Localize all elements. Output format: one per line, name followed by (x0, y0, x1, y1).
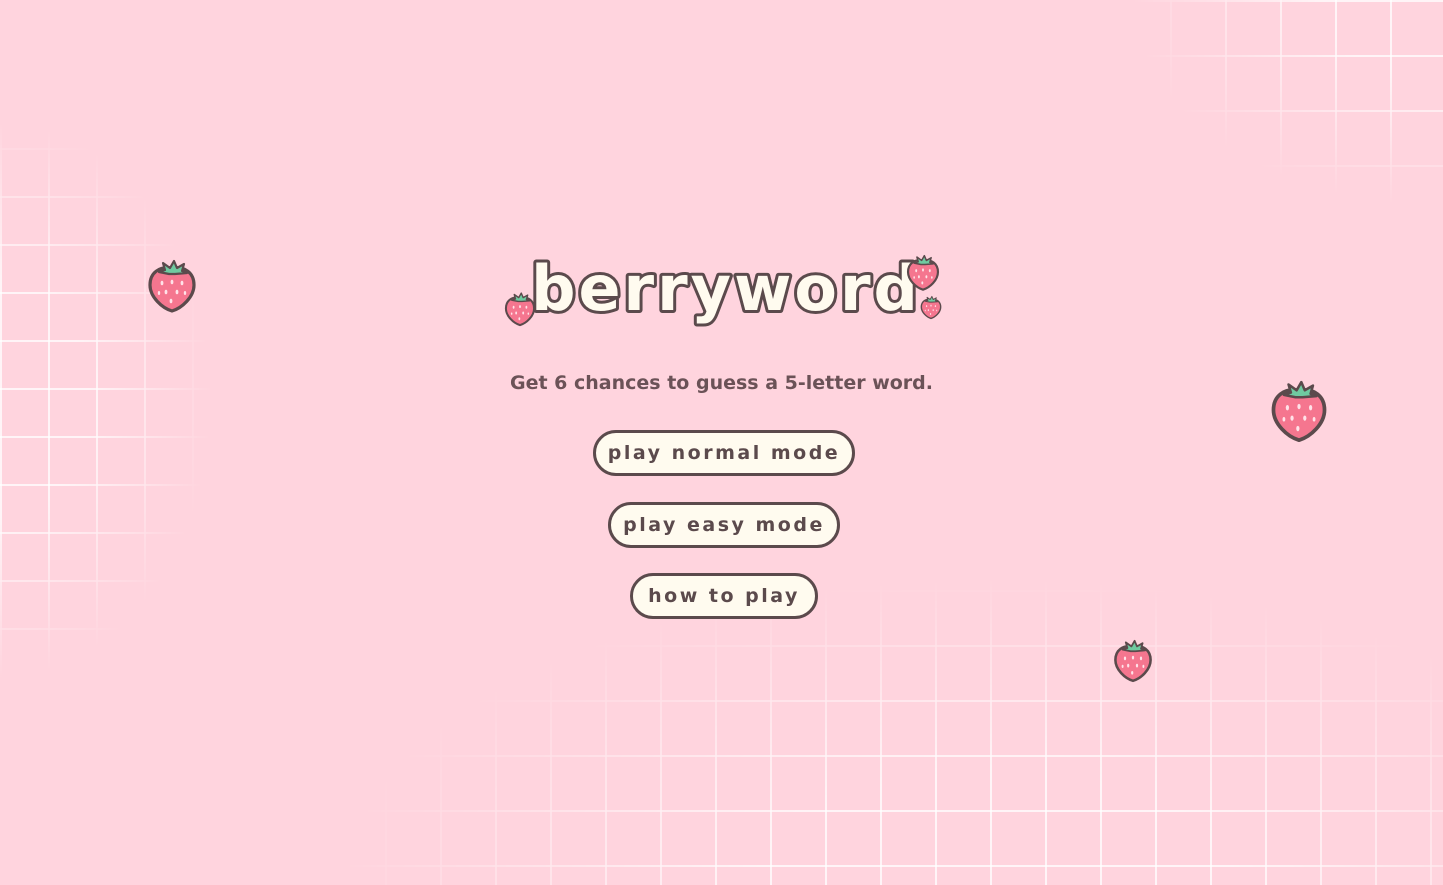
play-normal-mode-button[interactable]: play normal mode (593, 430, 855, 476)
play-easy-mode-button[interactable]: play easy mode (608, 502, 840, 548)
grid-decoration-top-right (840, 0, 1443, 290)
grid-decoration-bottom (330, 480, 1443, 885)
grid-decoration-left (0, 100, 360, 700)
strawberry-icon (1114, 639, 1152, 683)
strawberry-icon (148, 259, 196, 313)
game-description: Get 6 chances to guess a 5-letter word. (510, 372, 933, 394)
berryword-logo: berryword (504, 249, 942, 328)
logo-text: berryword (531, 252, 921, 325)
how-to-play-button[interactable]: how to play (630, 573, 818, 619)
